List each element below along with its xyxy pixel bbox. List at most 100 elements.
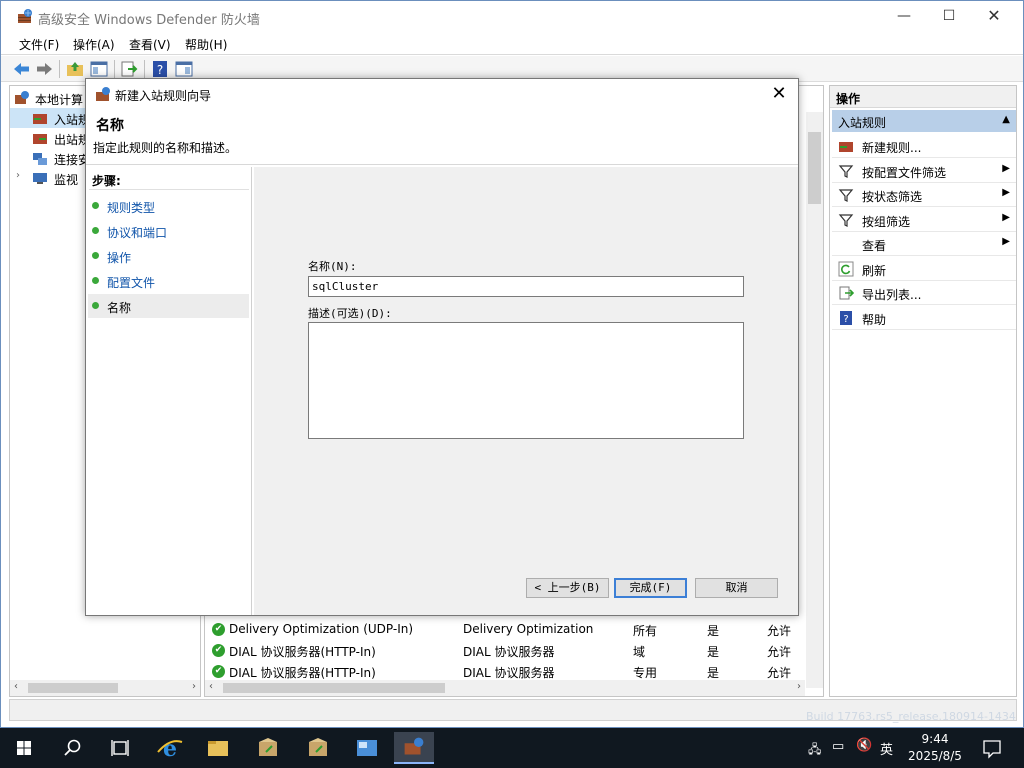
action-item[interactable]: 新建规则... — [832, 134, 1016, 158]
firewall-taskbar-icon[interactable] — [394, 732, 434, 764]
server-manager-icon[interactable] — [347, 732, 387, 764]
step-rule-type[interactable]: 规则类型 — [88, 194, 249, 218]
menu-view[interactable]: 查看(V) — [129, 36, 171, 53]
rule-enabled: 是 — [707, 666, 720, 680]
network-tray-icon[interactable]: 🖧 — [808, 740, 821, 761]
inbound-rules-icon — [33, 114, 47, 124]
table-row[interactable]: ✔ DIAL 协议服务器(HTTP-In) DIAL 协议服务器 专用 是 允许 — [210, 662, 810, 682]
tree-root-label: 本地计算 — [35, 93, 84, 107]
rule-profile: 所有 — [633, 624, 658, 638]
actions-section-inbound[interactable]: 入站规则 ▲ — [832, 110, 1016, 132]
monitoring-icon — [33, 173, 47, 184]
show-hide-action-pane-icon[interactable] — [174, 59, 194, 79]
notifications-icon[interactable] — [972, 732, 1012, 764]
dialog-title-bar[interactable]: 新建入站规则向导 ✕ — [86, 79, 798, 109]
rule-name: DIAL 协议服务器(HTTP-In) — [229, 666, 376, 680]
collapse-triangle-icon[interactable]: ▲ — [1002, 114, 1010, 125]
tree-horizontal-scrollbar[interactable]: ‹ › — [10, 680, 200, 696]
help-icon: ? — [840, 310, 852, 325]
ie-browser-icon[interactable]: e — [150, 732, 190, 764]
start-windows-icon[interactable] — [4, 732, 44, 764]
new-rule-icon — [839, 142, 853, 152]
scroll-left-icon[interactable]: ‹ — [14, 681, 18, 692]
actions-section-label: 入站规则 — [838, 116, 887, 130]
maximize-button[interactable]: ☐ — [926, 1, 972, 31]
rule-description-input[interactable] — [308, 322, 744, 439]
forward-arrow-icon[interactable] — [34, 59, 54, 79]
menu-file[interactable]: 文件(F) — [19, 36, 59, 53]
action-item[interactable]: 按配置文件筛选 ▶ — [832, 159, 1016, 183]
search-icon[interactable] — [52, 732, 92, 764]
menu-action[interactable]: 操作(A) — [73, 36, 115, 53]
outbound-rules-icon — [33, 134, 47, 144]
expand-chevron-icon[interactable]: › — [16, 170, 32, 186]
step-label: 配置文件 — [107, 276, 156, 290]
step-dot-icon — [92, 277, 99, 284]
rule-action: 允许 — [767, 624, 792, 638]
rule-name: Delivery Optimization (UDP-In) — [229, 622, 414, 636]
finish-button[interactable]: 完成(F) — [614, 578, 687, 598]
volume-muted-icon[interactable]: 🔇 — [856, 738, 872, 753]
step-label: 协议和端口 — [107, 226, 168, 240]
step-name[interactable]: 名称 — [88, 294, 249, 318]
clock-time: 9:44 — [921, 732, 949, 746]
file-explorer-icon[interactable] — [198, 732, 238, 764]
package-app-icon-2[interactable] — [298, 732, 338, 764]
task-view-icon[interactable] — [100, 732, 140, 764]
action-item-label: 按状态筛选 — [862, 190, 923, 204]
rules-vertical-scrollbar[interactable] — [806, 112, 823, 688]
action-item[interactable]: 查看 ▶ — [832, 232, 1016, 256]
rule-name-input[interactable] — [308, 276, 744, 297]
step-label: 操作 — [107, 251, 132, 265]
action-item[interactable]: 按状态筛选 ▶ — [832, 183, 1016, 207]
dialog-close-icon[interactable]: ✕ — [768, 83, 790, 105]
scroll-right-icon[interactable]: › — [192, 681, 196, 692]
help-icon[interactable]: ? — [150, 59, 170, 79]
scroll-right-icon[interactable]: › — [797, 681, 801, 692]
back-arrow-icon[interactable] — [12, 59, 32, 79]
rule-name: DIAL 协议服务器(HTTP-In) — [229, 645, 376, 659]
filter-icon — [838, 189, 854, 202]
minimize-button[interactable]: — — [881, 1, 927, 31]
description-label: 描述(可选)(D): — [308, 307, 392, 320]
step-label: 名称 — [107, 301, 132, 315]
firewall-app-icon — [18, 9, 32, 23]
title-bar[interactable]: 高级安全 Windows Defender 防火墙 — ☐ ✕ — [1, 1, 1023, 33]
show-hide-console-tree-icon[interactable] — [89, 59, 109, 79]
enabled-check-icon: ✔ — [212, 623, 225, 636]
projector-tray-icon[interactable]: ▭ — [832, 739, 844, 754]
package-app-icon[interactable] — [248, 732, 288, 764]
dialog-subheading: 指定此规则的名称和描述。 — [93, 141, 238, 155]
rule-action: 允许 — [767, 666, 792, 680]
clock[interactable]: 9:44 2025/8/5 — [904, 731, 966, 765]
action-item[interactable]: 刷新 — [832, 257, 1016, 281]
taskbar: e 🖧 ▭ 🔇 英 9:44 2025/8/5 — [0, 728, 1024, 768]
refresh-icon — [838, 261, 854, 276]
step-protocol-ports[interactable]: 协议和端口 — [88, 219, 249, 243]
ime-indicator[interactable]: 英 — [880, 739, 893, 758]
step-action[interactable]: 操作 — [88, 244, 249, 268]
action-item-label: 刷新 — [862, 263, 887, 278]
close-button[interactable]: ✕ — [971, 1, 1017, 31]
actions-header: 操作 — [830, 86, 1016, 108]
action-item[interactable]: 导出列表... — [832, 281, 1016, 305]
table-row[interactable]: ✔ DIAL 协议服务器(HTTP-In) DIAL 协议服务器 域 是 允许 — [210, 641, 810, 661]
dialog-heading: 名称 — [96, 118, 124, 134]
enabled-check-icon: ✔ — [212, 665, 225, 678]
svg-text:?: ? — [157, 63, 163, 77]
back-button[interactable]: < 上一步(B) — [526, 578, 609, 598]
action-item-label: 导出列表... — [862, 288, 922, 302]
rules-horizontal-scrollbar[interactable]: ‹ › — [205, 680, 805, 696]
firewall-app-icon — [96, 87, 110, 101]
table-row[interactable]: ✔ Delivery Optimization (UDP-In) Deliver… — [210, 620, 810, 640]
step-profile[interactable]: 配置文件 — [88, 269, 249, 293]
scroll-left-icon[interactable]: ‹ — [209, 681, 213, 692]
action-item[interactable]: 按组筛选 ▶ — [832, 208, 1016, 232]
menu-help[interactable]: 帮助(H) — [185, 36, 227, 53]
cancel-button[interactable]: 取消 — [695, 578, 778, 598]
export-icon — [839, 286, 854, 300]
up-folder-icon[interactable] — [65, 59, 85, 79]
action-item[interactable]: ? 帮助 — [832, 306, 1016, 330]
actions-pane: 操作 入站规则 ▲ 新建规则... 按配置文件筛选 ▶ 按状态筛选 ▶ 按组筛选 ▶ 查看 ▶ 刷… — [829, 85, 1017, 697]
export-icon[interactable] — [119, 59, 139, 79]
